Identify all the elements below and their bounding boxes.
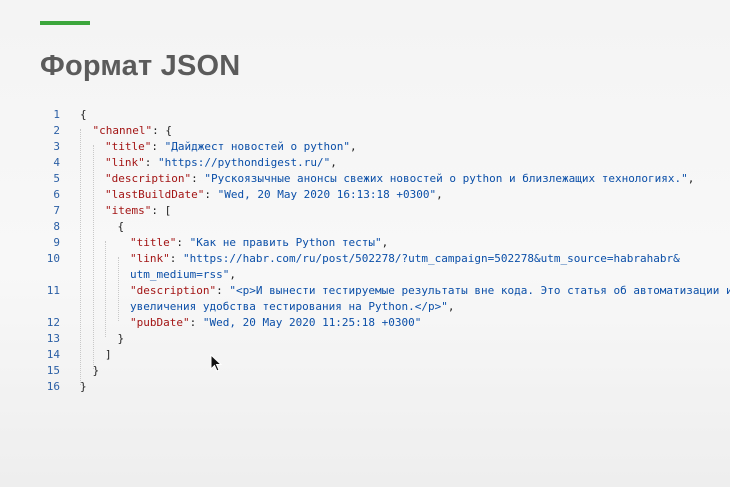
code-text: "link": "https://pythondigest.ru/", (105, 155, 337, 171)
token-punct: : (189, 316, 203, 329)
token-punct: , (350, 140, 357, 153)
code-line: 5 "description": "Рускоязычные анонсы све… (40, 171, 730, 187)
code-text: "description": "<p>И вынести тестируемые… (130, 283, 730, 299)
line-number: 16 (46, 380, 60, 393)
line-number: 3 (53, 140, 60, 153)
token-punct: , (381, 236, 389, 249)
mouse-cursor-icon (210, 354, 222, 372)
code-line: 6 "lastBuildDate": "Wed, 20 May 2020 16:1… (40, 187, 730, 203)
indent-guide (117, 257, 119, 321)
token-punct: { (80, 108, 87, 121)
token-key: "link" (130, 252, 170, 265)
line-number: 5 (53, 172, 60, 185)
code-text: { (118, 219, 125, 235)
token-key: "pubDate" (130, 316, 190, 329)
code-text: "channel": { (93, 123, 172, 139)
token-key: "title" (130, 236, 177, 249)
token-str: "Wed, 20 May 2020 16:13:18 +0300" (217, 188, 437, 201)
token-str: utm_medium=rss" (130, 268, 230, 281)
indent-guide (80, 129, 81, 385)
line-number: 9 (53, 236, 60, 249)
code-line: 12 "pubDate": "Wed, 20 May 2020 11:25:18 … (40, 315, 730, 331)
token-str: "https://habr.com/ru/post/502278/?utm_ca… (183, 252, 680, 265)
token-punct: : { (152, 124, 172, 137)
code-text: "link": "https://habr.com/ru/post/502278… (130, 251, 680, 267)
code-line: увеличения удобства тестирования на Pyth… (40, 299, 730, 315)
code-block: 1{2 "channel": {3 "title": "Дайджест новос… (40, 107, 730, 397)
token-punct: , (687, 172, 695, 185)
slide-title: Формат JSON (40, 50, 241, 82)
code-line: 14] (40, 347, 730, 363)
code-text: "title": "Дайджест новостей о python", (105, 139, 357, 155)
code-line: 7 "items": [ (40, 203, 730, 219)
token-punct: , (229, 268, 236, 281)
code-text: "items": [ (105, 203, 171, 219)
code-line: 2 "channel": { (40, 123, 730, 139)
token-key: "description" (130, 284, 217, 297)
token-punct: : (151, 140, 165, 153)
token-str: "Дайджест новостей о python" (164, 140, 351, 153)
token-punct: : (191, 172, 205, 185)
token-key: "items" (105, 204, 152, 217)
line-number: 14 (46, 348, 60, 361)
indent-guide (105, 241, 106, 337)
token-key: "description" (105, 172, 192, 185)
code-text: увеличения удобства тестирования на Pyth… (130, 299, 455, 315)
token-punct: : (169, 252, 183, 265)
code-line: 10 "link": "https://habr.com/ru/post/5022… (40, 251, 730, 267)
code-line: 11 "description": "<p>И вынести тестируем… (40, 283, 730, 299)
accent-bar (40, 21, 90, 25)
code-line: 16} (40, 379, 730, 395)
code-line: 4 "link": "https://pythondigest.ru/", (40, 155, 730, 171)
token-str: "https://pythondigest.ru/" (158, 156, 331, 169)
token-punct: , (330, 156, 337, 169)
code-text: { (80, 107, 87, 123)
line-number: 4 (53, 156, 60, 169)
code-line: 3 "title": "Дайджест новостей о python", (40, 139, 730, 155)
token-key: "link" (105, 156, 145, 169)
code-line: 15} (40, 363, 730, 379)
line-number: 6 (53, 188, 60, 201)
token-punct: : (216, 284, 230, 297)
token-str: "Рускоязычные анонсы свежих новостей о p… (204, 172, 688, 185)
code-line: 9 "title": "Как не править Python тесты", (40, 235, 730, 251)
code-text: "lastBuildDate": "Wed, 20 May 2020 16:13… (105, 187, 443, 203)
token-str: увеличения удобства тестирования на Pyth… (130, 300, 448, 313)
code-text: "title": "Как не править Python тесты", (130, 235, 388, 251)
token-punct: : (204, 188, 218, 201)
code-text: } (118, 331, 125, 347)
line-number: 10 (46, 252, 60, 265)
token-punct: , (436, 188, 443, 201)
token-str: "<p>И вынести тестируемые результаты вне… (229, 284, 730, 297)
token-punct: ] (105, 348, 112, 361)
code-text: utm_medium=rss", (130, 267, 236, 283)
token-punct: } (117, 332, 125, 345)
token-key: "channel" (92, 124, 153, 137)
token-str: "Wed, 20 May 2020 11:25:18 +0300" (202, 316, 422, 329)
code-line: 13} (40, 331, 730, 347)
token-punct: , (447, 300, 455, 313)
token-punct: : [ (151, 204, 172, 217)
token-key: "title" (105, 140, 152, 153)
line-number: 15 (46, 364, 60, 377)
code-line: utm_medium=rss", (40, 267, 730, 283)
line-number: 7 (53, 204, 60, 217)
line-number: 8 (53, 220, 60, 233)
code-text: "description": "Рускоязычные анонсы свеж… (105, 171, 694, 187)
token-key: "lastBuildDate" (105, 188, 205, 201)
code-text: "pubDate": "Wed, 20 May 2020 11:25:18 +0… (130, 315, 421, 331)
code-text: ] (105, 347, 112, 363)
line-number: 2 (53, 124, 60, 137)
line-number: 12 (46, 316, 60, 329)
token-punct: : (144, 156, 158, 169)
line-number: 1 (53, 108, 60, 121)
token-str: "Как не править Python тесты" (189, 236, 382, 249)
indent-guide (92, 145, 94, 369)
line-number: 11 (46, 284, 60, 297)
line-number: 13 (46, 332, 60, 345)
token-punct: { (117, 220, 125, 233)
code-line: 1{ (40, 107, 730, 123)
token-punct: : (176, 236, 190, 249)
code-line: 8{ (40, 219, 730, 235)
